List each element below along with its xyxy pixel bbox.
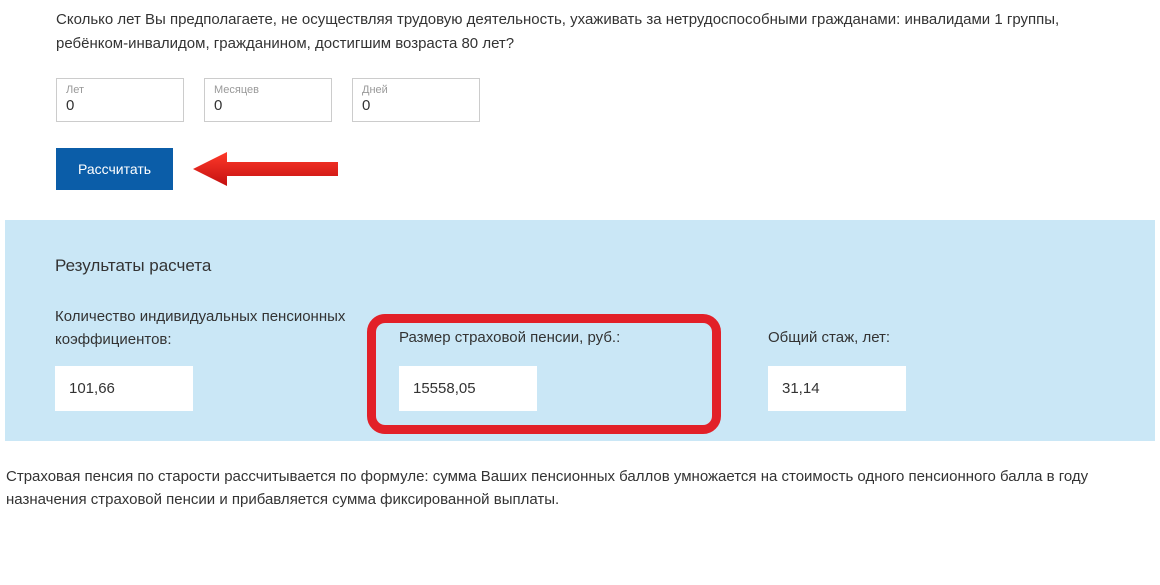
pension-amount-label: Размер страховой пенсии, руб.: — [399, 306, 768, 352]
days-value: 0 — [362, 97, 470, 114]
days-input[interactable]: Дней 0 — [352, 78, 480, 122]
pension-amount-value: 15558,05 — [399, 366, 537, 411]
months-label: Месяцев — [214, 84, 322, 96]
days-label: Дней — [362, 84, 470, 96]
total-experience-column: Общий стаж, лет: 31,14 — [768, 306, 1068, 411]
care-years-question: Сколько лет Вы предполагаете, не осущест… — [56, 8, 1104, 56]
coefficients-value: 101,66 — [55, 366, 193, 411]
results-panel: Результаты расчета Количество индивидуал… — [5, 220, 1155, 441]
formula-explanation: Страховая пенсия по старости рассчитывае… — [0, 441, 1160, 512]
arrow-annotation-icon — [193, 151, 338, 187]
years-label: Лет — [66, 84, 174, 96]
pension-amount-column: Размер страховой пенсии, руб.: 15558,05 — [399, 306, 768, 411]
months-input[interactable]: Месяцев 0 — [204, 78, 332, 122]
calculate-button[interactable]: Рассчитать — [56, 148, 173, 190]
years-input[interactable]: Лет 0 — [56, 78, 184, 122]
coefficients-label: Количество индивидуальных пенсионных коэ… — [55, 306, 399, 352]
duration-inputs-row: Лет 0 Месяцев 0 Дней 0 — [56, 78, 1104, 122]
results-title: Результаты расчета — [55, 256, 1105, 276]
coefficients-column: Количество индивидуальных пенсионных коэ… — [55, 306, 399, 411]
years-value: 0 — [66, 97, 174, 114]
total-experience-label: Общий стаж, лет: — [768, 306, 1068, 352]
total-experience-value: 31,14 — [768, 366, 906, 411]
months-value: 0 — [214, 97, 322, 114]
